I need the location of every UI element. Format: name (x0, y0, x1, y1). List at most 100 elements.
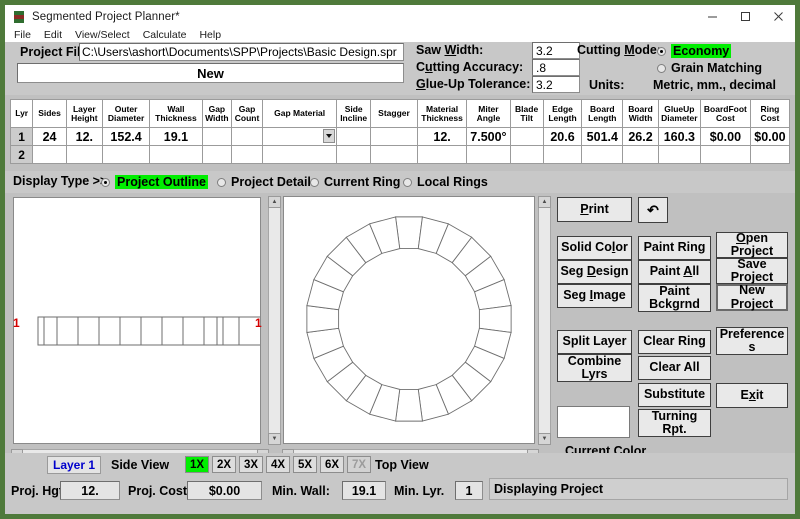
cell-blade-tilt[interactable] (509, 145, 544, 164)
menu-item-calculate[interactable]: Calculate (143, 29, 187, 41)
zoom-4x-button[interactable]: 4X (266, 456, 290, 473)
cell-edge-length[interactable]: 20.6 (542, 127, 583, 146)
cell-miter-angle[interactable]: 7.500° (466, 127, 511, 146)
col-stagger[interactable]: Stagger (370, 99, 418, 128)
cell-gap-count[interactable] (231, 127, 263, 146)
cell-miter-angle[interactable] (466, 145, 511, 164)
clear-ring-button[interactable]: Clear Ring (638, 330, 711, 354)
table-row[interactable]: 1 24 12. 152.4 19.1 12. 7.500° 20.6 501.… (9, 127, 791, 146)
cell-layer-height[interactable]: 12. (65, 127, 103, 146)
menu-item-edit[interactable]: Edit (44, 29, 62, 41)
cell-outer-diameter[interactable]: 152.4 (101, 127, 151, 146)
cell-material-thickness[interactable]: 12. (416, 127, 468, 146)
cell-lyr[interactable]: 2 (9, 145, 34, 164)
paint-ring-button[interactable]: Paint Ring (638, 236, 711, 260)
radio-cutting-mode-grain-matching[interactable]: Grain Matching (657, 61, 762, 75)
cell-side-incline[interactable] (336, 145, 372, 164)
scroll-down-icon[interactable]: ▼ (268, 433, 281, 445)
chevron-down-icon[interactable] (323, 129, 336, 143)
cell-boardfoot-cost[interactable]: $0.00 (700, 127, 751, 146)
table-row[interactable]: 2 (9, 145, 791, 164)
seg-design-button[interactable]: Seg Design (557, 260, 632, 284)
solid-color-button[interactable]: Solid Color (557, 236, 632, 260)
scroll-up-icon[interactable]: ▲ (538, 196, 551, 208)
open-project-button[interactable]: Open Project (716, 231, 788, 258)
menu-item-view-select[interactable]: View/Select (75, 29, 130, 41)
cell-glueup-diameter[interactable] (657, 145, 702, 164)
project-file-input[interactable]: C:\Users\ashort\Documents\SPP\Projects\B… (79, 43, 404, 61)
undo-icon[interactable]: ↶ (638, 197, 668, 223)
seg-image-button[interactable]: Seg Image (557, 284, 632, 308)
scroll-down-icon[interactable]: ▼ (538, 433, 551, 445)
radio-current-ring[interactable]: Current Ring (310, 175, 400, 189)
col-board-length[interactable]: Board Length (581, 99, 624, 128)
side-view-canvas[interactable] (13, 197, 324, 444)
cell-material-thickness[interactable] (416, 145, 468, 164)
cell-wall-thickness[interactable] (149, 145, 203, 164)
zoom-5x-button[interactable]: 5X (293, 456, 317, 473)
scroll-up-icon[interactable]: ▲ (268, 196, 281, 208)
radio-cutting-mode-economy[interactable]: Economy (657, 44, 732, 58)
col-edge-length[interactable]: Edge Length (542, 99, 583, 128)
col-gap-width[interactable]: Gap Width (201, 99, 233, 128)
cell-ring-cost[interactable]: $0.00 (749, 127, 791, 146)
cell-sides[interactable] (32, 145, 67, 164)
cell-boardfoot-cost[interactable] (700, 145, 751, 164)
project-name-input[interactable]: New (17, 63, 404, 83)
col-gap-material[interactable]: Gap Material (261, 99, 338, 128)
clear-all-button[interactable]: Clear All (638, 356, 711, 380)
zoom-3x-button[interactable]: 3X (239, 456, 263, 473)
cell-stagger[interactable] (370, 127, 418, 146)
col-miter-angle[interactable]: Miter Angle (466, 99, 511, 128)
cell-board-length[interactable]: 501.4 (581, 127, 624, 146)
paint-bckgrnd-button[interactable]: Paint Bckgrnd (638, 284, 711, 312)
col-wall-thickness[interactable]: Wall Thickness (149, 99, 203, 128)
cell-gap-width[interactable] (201, 127, 233, 146)
col-material-thickness[interactable]: Material Thickness (416, 99, 468, 128)
cell-lyr[interactable]: 1 (9, 127, 34, 146)
print-button[interactable]: Print (557, 197, 632, 222)
save-project-button[interactable]: Save Project (716, 257, 788, 284)
cell-wall-thickness[interactable]: 19.1 (149, 127, 203, 146)
col-sides[interactable]: Sides (32, 99, 67, 128)
layer-indicator-button[interactable]: Layer 1 (47, 456, 101, 474)
radio-project-detail[interactable]: Project Detail (217, 175, 311, 189)
zoom-1x-button[interactable]: 1X (185, 456, 209, 473)
current-color-swatch[interactable] (557, 406, 630, 438)
col-blade-tilt[interactable]: Blade Tilt (509, 99, 544, 128)
cell-edge-length[interactable] (542, 145, 583, 164)
cell-gap-material[interactable] (261, 145, 338, 164)
cell-gap-material[interactable] (261, 127, 338, 146)
cell-side-incline[interactable] (336, 127, 372, 146)
col-side-incline[interactable]: Side Incline (336, 99, 372, 128)
split-layer-button[interactable]: Split Layer (557, 330, 632, 354)
close-icon[interactable] (762, 5, 795, 28)
cell-glueup-diameter[interactable]: 160.3 (657, 127, 702, 146)
cell-gap-width[interactable] (201, 145, 233, 164)
turning-rpt-button[interactable]: Turning Rpt. (638, 409, 711, 437)
saw-width-input[interactable]: 3.2 (532, 42, 580, 59)
cell-stagger[interactable] (370, 145, 418, 164)
top-view-vertical-scrollbar[interactable]: ▲ ▼ (538, 196, 551, 445)
preferences-button[interactable]: Preference s (716, 327, 788, 355)
maximize-icon[interactable] (729, 5, 762, 28)
cell-outer-diameter[interactable] (101, 145, 151, 164)
radio-local-rings[interactable]: Local Rings (403, 175, 488, 189)
menu-item-help[interactable]: Help (199, 29, 221, 41)
col-ring-cost[interactable]: Ring Cost (749, 99, 791, 128)
col-boardfoot-cost[interactable]: BoardFoot Cost (700, 99, 751, 128)
col-board-width[interactable]: Board Width (622, 99, 659, 128)
exit-button[interactable]: Exit (716, 383, 788, 408)
zoom-2x-button[interactable]: 2X (212, 456, 236, 473)
side-view-vertical-scrollbar[interactable]: ▲ ▼ (268, 196, 281, 445)
col-outer-diameter[interactable]: Outer Diameter (101, 99, 151, 128)
col-gap-count[interactable]: Gap Count (231, 99, 263, 128)
cell-blade-tilt[interactable] (509, 127, 544, 146)
substitute-button[interactable]: Substitute (638, 383, 711, 407)
cell-sides[interactable]: 24 (32, 127, 67, 146)
col-glueup-diameter[interactable]: GlueUp Diameter (657, 99, 702, 128)
glue-up-tolerance-input[interactable]: 3.2 (532, 76, 580, 93)
cell-board-length[interactable] (581, 145, 624, 164)
zoom-6x-button[interactable]: 6X (320, 456, 344, 473)
minimize-icon[interactable] (696, 5, 729, 28)
